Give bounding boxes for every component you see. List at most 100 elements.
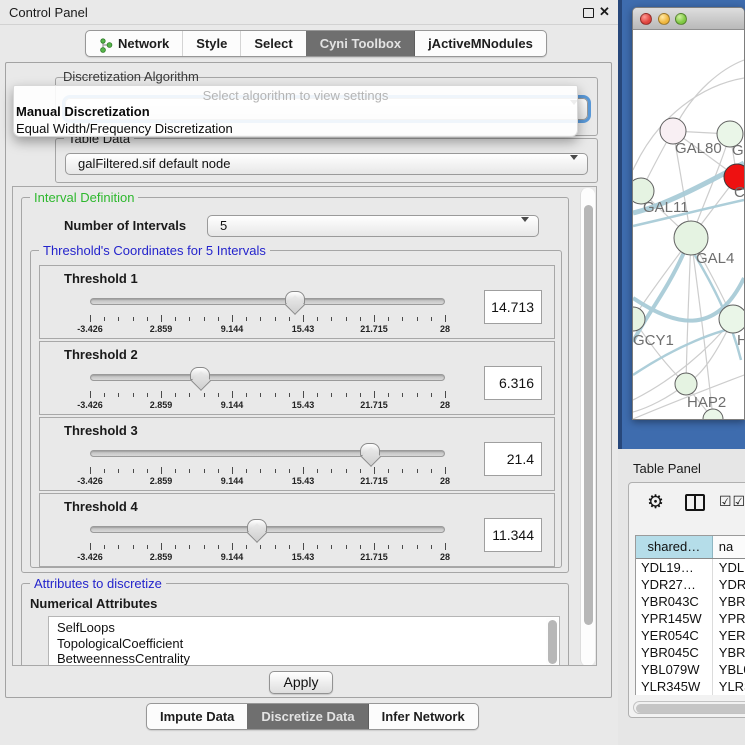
settings-vertical-scrollbar[interactable] (580, 188, 595, 666)
slider-track[interactable] (90, 526, 445, 533)
dropdown-option-manual[interactable]: Manual Discretization (16, 104, 150, 119)
threshold-value-box[interactable]: 11.344 (484, 518, 542, 552)
table-row[interactable]: YDR27…YDR2 (636, 576, 745, 593)
right-side: GAL80 G C GAL11 GAL4 GCY1 H HAP2 Table P… (618, 0, 745, 745)
tab-network[interactable]: Network (86, 31, 182, 56)
table-row[interactable]: YBR045CYBR0 (636, 644, 745, 661)
tab-impute-data[interactable]: Impute Data (147, 704, 247, 729)
table-row[interactable]: YLR345WYLR3 (636, 678, 745, 695)
cell[interactable]: YPR1 (713, 610, 745, 627)
network-canvas[interactable]: GAL80 G C GAL11 GAL4 GCY1 H HAP2 (633, 30, 745, 420)
table-row[interactable]: YBL079WYBL0 (636, 661, 745, 678)
cell[interactable]: YDR2 (713, 576, 745, 593)
apply-button[interactable]: Apply (269, 671, 333, 694)
cell[interactable]: YBR045C (636, 644, 713, 661)
cell[interactable]: YDR27… (636, 576, 713, 593)
slider-thumb[interactable] (360, 443, 380, 456)
cell[interactable]: YLR345W (636, 678, 713, 695)
thresholds-group-title: Threshold's Coordinates for 5 Intervals (39, 243, 270, 258)
table-row[interactable]: YER054CYER0 (636, 627, 745, 644)
cell[interactable]: YPR145W (636, 610, 713, 627)
tab-jactivemnodules[interactable]: jActiveMNodules (414, 31, 546, 56)
attributes-groupbox: Attributes to discretize Numerical Attri… (21, 583, 569, 666)
table-horizontal-scrollbar[interactable] (633, 701, 745, 714)
list-item[interactable]: SelfLoops (49, 617, 559, 636)
float-window-icon[interactable] (583, 8, 594, 18)
dropdown-placeholder: Select algorithm to view settings (14, 88, 577, 103)
checkbox-icons[interactable]: ☑☑ (719, 493, 745, 510)
table-row[interactable]: YDL19…YDL1 (636, 559, 745, 576)
node-label: G (732, 142, 744, 159)
tab-style[interactable]: Style (182, 31, 240, 56)
interval-definition-title: Interval Definition (30, 190, 138, 205)
threshold-value-box[interactable]: 6.316 (484, 366, 542, 400)
table-data-value: galFiltered.sif default node (78, 156, 230, 171)
node-hap2[interactable] (675, 373, 697, 395)
threshold-panel-1: Threshold 1 -3.4262.8599.14415.4321.7152… (39, 265, 555, 339)
list-scrollbar[interactable] (546, 618, 558, 666)
slider-ticks (90, 315, 445, 323)
threshold-slider[interactable]: -3.4262.8599.14415.4321.71528 (90, 366, 445, 412)
cell[interactable]: YLR3 (713, 678, 745, 695)
threshold-value-box[interactable]: 21.4 (484, 442, 542, 476)
close-icon[interactable]: ✕ (599, 4, 610, 20)
cell[interactable]: YBL079W (636, 661, 713, 678)
tab-label: Discretize Data (261, 704, 354, 729)
slider-thumb[interactable] (247, 519, 267, 532)
cell[interactable]: YER0 (713, 627, 745, 644)
network-window-titlebar[interactable] (633, 8, 745, 30)
algorithm-dropdown-popup: Select algorithm to view settings Manual… (13, 85, 578, 137)
table-row[interactable]: YBR043CYBR0 (636, 593, 745, 610)
column-header-shared-name[interactable]: shared… (636, 536, 713, 558)
bottom-tabbar: Impute Data Discretize Data Infer Networ… (146, 703, 479, 730)
attributes-group-title: Attributes to discretize (30, 576, 166, 591)
slider-scale-labels: -3.4262.8599.14415.4321.71528 (90, 552, 445, 564)
algorithm-group-title: Discretization Algorithm (63, 69, 199, 84)
slider-track[interactable] (90, 298, 445, 305)
node-label: GCY1 (633, 332, 674, 349)
num-intervals-value: 5 (220, 218, 227, 233)
num-intervals-combobox[interactable]: 5 (207, 215, 539, 237)
close-traffic-light-icon[interactable] (640, 13, 652, 25)
dropdown-option-equal-width[interactable]: Equal Width/Frequency Discretization (16, 121, 233, 136)
cell[interactable]: YER054C (636, 627, 713, 644)
combo-arrows-icon (513, 220, 529, 237)
threshold-value-box[interactable]: 14.713 (484, 290, 542, 324)
slider-track[interactable] (90, 450, 445, 457)
list-item[interactable]: BetweennessCentrality (49, 651, 559, 666)
network-view-window[interactable]: GAL80 G C GAL11 GAL4 GCY1 H HAP2 (632, 7, 745, 420)
node-label: HAP2 (687, 394, 726, 411)
cell[interactable]: YDL19… (636, 559, 713, 576)
threshold-slider[interactable]: -3.4262.8599.14415.4321.71528 (90, 290, 445, 336)
node-h[interactable] (719, 305, 744, 333)
table-row[interactable]: YPR145WYPR1 (636, 610, 745, 627)
slider-thumb[interactable] (190, 367, 210, 380)
minimize-traffic-light-icon[interactable] (658, 13, 670, 25)
column-header-name[interactable]: na (713, 536, 745, 558)
threshold-slider[interactable]: -3.4262.8599.14415.4321.71528 (90, 442, 445, 488)
cell[interactable]: YDL1 (713, 559, 745, 576)
list-item[interactable]: TopologicalCoefficient (49, 636, 559, 652)
gear-icon[interactable]: ⚙ (647, 491, 664, 514)
slider-track[interactable] (90, 374, 445, 381)
tab-infer-network[interactable]: Infer Network (368, 704, 478, 729)
tab-select[interactable]: Select (240, 31, 305, 56)
node-table: shared… na YDL19…YDL1 YDR27…YDR2 YBR043C… (635, 535, 745, 695)
zoom-traffic-light-icon[interactable] (675, 13, 687, 25)
tab-label: jActiveMNodules (428, 31, 533, 56)
node-label: GAL11 (643, 199, 689, 216)
tab-discretize-data[interactable]: Discretize Data (247, 704, 367, 729)
numerical-attributes-label: Numerical Attributes (30, 596, 157, 611)
network-icon (99, 36, 113, 51)
slider-thumb[interactable] (285, 291, 305, 304)
cell[interactable]: YBR0 (713, 593, 745, 610)
tab-cyni-toolbox[interactable]: Cyni Toolbox (306, 31, 414, 56)
cell[interactable]: YBL0 (713, 661, 745, 678)
table-data-combobox[interactable]: galFiltered.sif default node (65, 153, 588, 175)
cell[interactable]: YBR0 (713, 644, 745, 661)
numerical-attributes-list[interactable]: SelfLoops TopologicalCoefficient Between… (48, 616, 560, 666)
threshold-slider[interactable]: -3.4262.8599.14415.4321.71528 (90, 518, 445, 564)
cell[interactable]: YBR043C (636, 593, 713, 610)
network-graph: GAL80 G C GAL11 GAL4 GCY1 H HAP2 (633, 30, 744, 419)
columns-icon[interactable] (685, 494, 705, 511)
